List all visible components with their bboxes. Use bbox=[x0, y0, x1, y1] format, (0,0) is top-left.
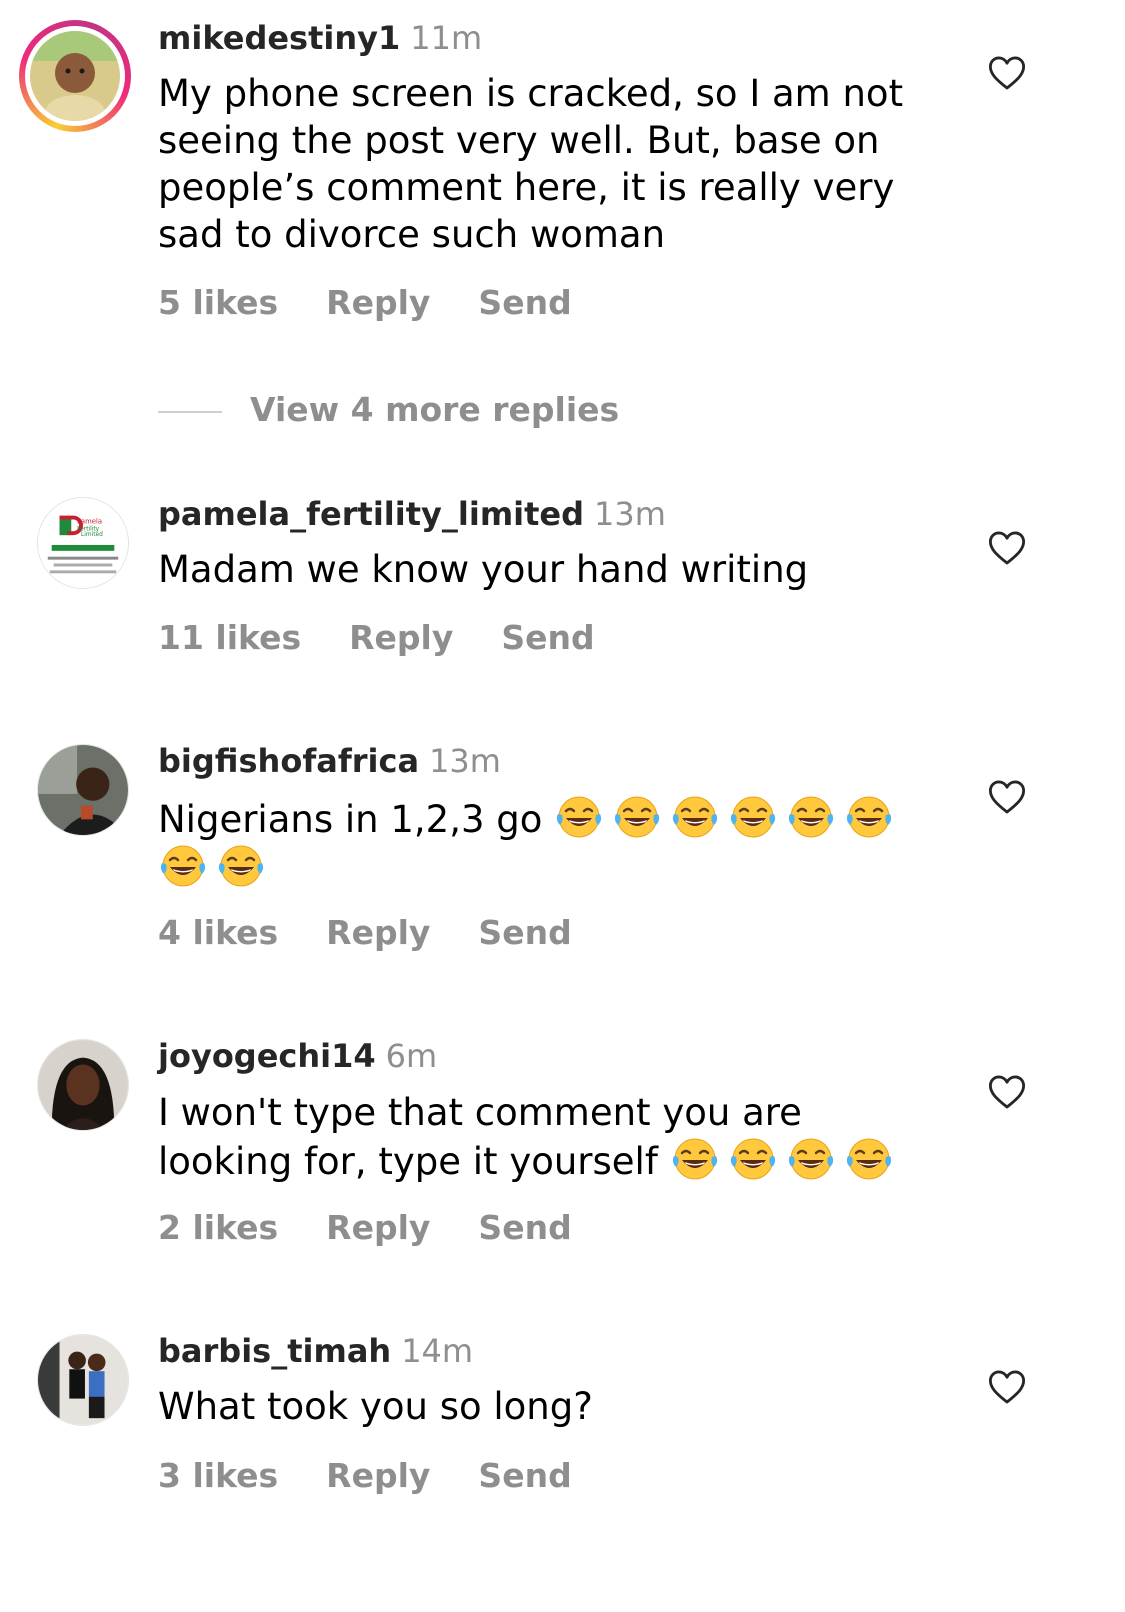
timestamp: 13m bbox=[594, 495, 666, 533]
send-button[interactable]: Send bbox=[478, 913, 571, 952]
face-with-tears-of-joy-icon bbox=[844, 794, 894, 840]
comment-header: barbis_timah 14m bbox=[158, 1331, 473, 1371]
comment-actions: 5 likes Reply Send bbox=[158, 283, 620, 323]
likes-count[interactable]: 11 likes bbox=[158, 618, 301, 657]
username[interactable]: joyogechi14 bbox=[158, 1037, 376, 1075]
heart-icon[interactable] bbox=[988, 530, 1026, 566]
comment-text-span: Nigerians in 1,2,3 go bbox=[158, 798, 543, 841]
send-button[interactable]: Send bbox=[478, 1208, 571, 1247]
comment-text-line: Nigerians in 1,2,3 go bbox=[158, 794, 948, 843]
comment-text-span: looking for, type it yourself bbox=[158, 1140, 658, 1183]
face-with-tears-of-joy-icon bbox=[670, 1136, 720, 1182]
face-with-tears-of-joy-icon bbox=[786, 1136, 836, 1182]
reply-button[interactable]: Reply bbox=[326, 1456, 430, 1495]
timestamp: 13m bbox=[429, 742, 501, 780]
comment-text-line: sad to divorce such woman bbox=[158, 213, 666, 256]
face-with-tears-of-joy-icon bbox=[728, 1136, 778, 1182]
comment-header: bigfishofafrica 13m bbox=[158, 741, 501, 781]
face-with-tears-of-joy-icon bbox=[728, 794, 778, 840]
woman-photo-avatar[interactable] bbox=[37, 1039, 129, 1131]
heart-icon[interactable] bbox=[988, 1074, 1026, 1110]
timestamp: 11m bbox=[410, 19, 483, 57]
heart-icon[interactable] bbox=[988, 1369, 1026, 1405]
comment-item: Pamela Fertility Limited pamela_fertilit… bbox=[0, 470, 1125, 700]
man-photo-avatar[interactable] bbox=[37, 744, 129, 836]
face-with-tears-of-joy-icon bbox=[612, 794, 662, 840]
comment-header: mikedestiny1 11m bbox=[158, 18, 482, 58]
avatar-logo-text: Pamela bbox=[77, 517, 102, 525]
username[interactable]: barbis_timah bbox=[158, 1332, 391, 1370]
comment-text-line: looking for, type it yourself bbox=[158, 1136, 948, 1185]
reply-button[interactable]: Reply bbox=[326, 283, 430, 322]
heart-icon[interactable] bbox=[988, 779, 1026, 815]
comment-text: I won't type that comment you are lookin… bbox=[158, 1089, 948, 1185]
baby-photo-avatar bbox=[30, 31, 120, 121]
username[interactable]: bigfishofafrica bbox=[158, 742, 419, 780]
comment-text: My phone screen is cracked, so I am not … bbox=[158, 70, 948, 258]
reply-button[interactable]: Reply bbox=[326, 913, 430, 952]
comment-text-line: seeing the post very well. But, base on bbox=[158, 119, 880, 162]
comment-text-line: My phone screen is cracked, so I am not bbox=[158, 72, 904, 115]
comment-actions: 2 likes Reply Send bbox=[158, 1208, 620, 1248]
likes-count[interactable]: 2 likes bbox=[158, 1208, 278, 1247]
username[interactable]: mikedestiny1 bbox=[158, 19, 400, 57]
comment-actions: 4 likes Reply Send bbox=[158, 913, 620, 953]
comment-text-line: Madam we know your hand writing bbox=[158, 548, 809, 591]
avatar-frame bbox=[25, 26, 125, 126]
comment-text-line bbox=[158, 843, 948, 892]
face-with-tears-of-joy-icon bbox=[554, 794, 604, 840]
comment-text-line: I won't type that comment you are bbox=[158, 1091, 802, 1134]
likes-count[interactable]: 5 likes bbox=[158, 283, 278, 322]
comment-text-line: people’s comment here, it is really very bbox=[158, 166, 895, 209]
reply-button[interactable]: Reply bbox=[326, 1208, 430, 1247]
comment-item: mikedestiny1 11m My phone screen is crack… bbox=[0, 0, 1125, 440]
timestamp: 6m bbox=[385, 1037, 438, 1075]
likes-count[interactable]: 3 likes bbox=[158, 1456, 278, 1495]
comment-text: Madam we know your hand writing bbox=[158, 546, 948, 593]
comment-actions: 3 likes Reply Send bbox=[158, 1456, 620, 1496]
divider bbox=[158, 410, 222, 413]
comment-text: Nigerians in 1,2,3 go bbox=[158, 794, 948, 892]
comment-actions: 11 likes Reply Send bbox=[158, 618, 643, 658]
comment-item: joyogechi14 6m I won't type that comment … bbox=[0, 1015, 1125, 1285]
svg-text:Limited: Limited bbox=[81, 532, 103, 538]
reply-button[interactable]: Reply bbox=[349, 618, 453, 657]
couple-photo-avatar[interactable] bbox=[37, 1334, 129, 1426]
comment-item: barbis_timah 14m What took you so long? 3… bbox=[0, 1310, 1125, 1540]
face-with-tears-of-joy-icon bbox=[844, 1136, 894, 1182]
comment-header: pamela_fertility_limited 13m bbox=[158, 494, 666, 534]
comment-header: joyogechi14 6m bbox=[158, 1036, 437, 1076]
send-button[interactable]: Send bbox=[478, 1456, 571, 1495]
comment-item: bigfishofafrica 13m Nigerians in 1,2,3 go… bbox=[0, 720, 1125, 990]
heart-icon[interactable] bbox=[988, 55, 1026, 91]
business-logo-avatar[interactable]: Pamela Fertility Limited bbox=[37, 497, 129, 589]
timestamp: 14m bbox=[401, 1332, 474, 1370]
face-with-tears-of-joy-icon bbox=[786, 794, 836, 840]
likes-count[interactable]: 4 likes bbox=[158, 913, 278, 952]
view-more-replies-button[interactable]: View 4 more replies bbox=[158, 390, 619, 430]
comment-text: What took you so long? bbox=[158, 1383, 948, 1430]
username[interactable]: pamela_fertility_limited bbox=[158, 495, 584, 533]
send-button[interactable]: Send bbox=[501, 618, 594, 657]
send-button[interactable]: Send bbox=[478, 283, 571, 322]
face-with-tears-of-joy-icon bbox=[158, 843, 208, 889]
story-ring-avatar[interactable] bbox=[19, 20, 131, 132]
comment-text-line: What took you so long? bbox=[158, 1385, 593, 1428]
face-with-tears-of-joy-icon bbox=[670, 794, 720, 840]
face-with-tears-of-joy-icon bbox=[216, 843, 266, 889]
view-more-replies-label: View 4 more replies bbox=[250, 390, 620, 429]
